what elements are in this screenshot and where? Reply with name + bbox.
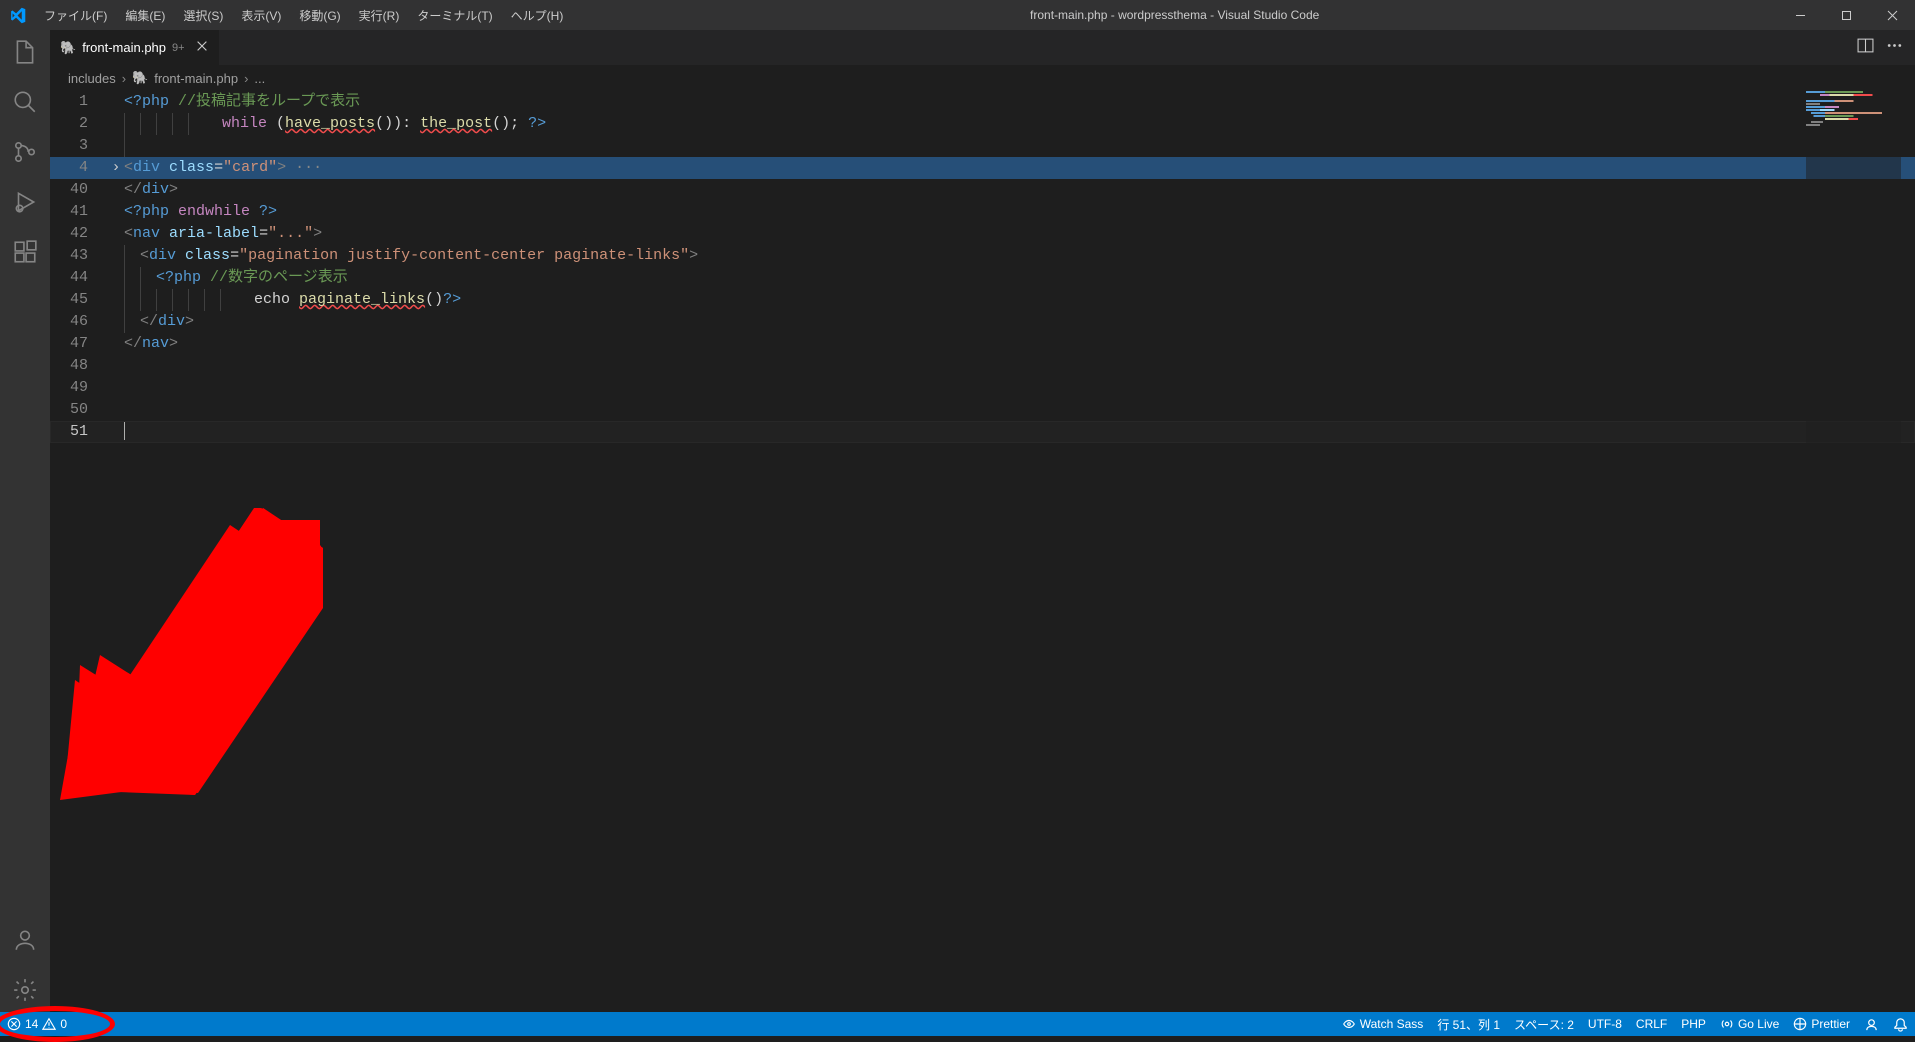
menu-file[interactable]: ファイル(F)	[35, 7, 116, 24]
line-number: 40	[50, 179, 108, 201]
more-actions-icon[interactable]	[1886, 37, 1903, 59]
line-number: 1	[50, 91, 108, 113]
line-number: 45	[50, 289, 108, 311]
tab-front-main[interactable]: 🐘 front-main.php 9+	[50, 30, 220, 65]
chevron-right-icon: ›	[244, 71, 248, 86]
line-number: 51	[50, 421, 108, 443]
line-number: 47	[50, 333, 108, 355]
chevron-right-icon: ›	[122, 71, 126, 86]
window-title: front-main.php - wordpressthema - Visual…	[572, 8, 1777, 22]
menu-terminal[interactable]: ターミナル(T)	[408, 7, 501, 24]
vscode-logo-icon	[0, 7, 35, 24]
activity-bar	[0, 30, 50, 1012]
line-number: 48	[50, 355, 108, 377]
php-file-icon: 🐘	[132, 70, 148, 86]
explorer-icon[interactable]	[11, 38, 39, 66]
menu-help[interactable]: ヘルプ(H)	[502, 7, 573, 24]
breadcrumb-seg-file[interactable]: front-main.php	[154, 71, 238, 86]
search-icon[interactable]	[11, 88, 39, 116]
problems-button[interactable]: 14 0	[0, 1012, 74, 1036]
menu-go[interactable]: 移動(G)	[290, 7, 349, 24]
notifications-bell-icon[interactable]	[1886, 1012, 1915, 1036]
encoding[interactable]: UTF-8	[1581, 1012, 1629, 1036]
indentation[interactable]: スペース: 2	[1507, 1012, 1581, 1036]
tab-close-icon[interactable]	[195, 39, 209, 56]
titlebar: ファイル(F) 編集(E) 選択(S) 表示(V) 移動(G) 実行(R) ター…	[0, 0, 1915, 30]
fold-chevron-icon[interactable]: ›	[108, 157, 124, 179]
line-number: 49	[50, 377, 108, 399]
language-mode[interactable]: PHP	[1674, 1012, 1713, 1036]
menu-bar: ファイル(F) 編集(E) 選択(S) 表示(V) 移動(G) 実行(R) ター…	[35, 7, 572, 24]
close-button[interactable]	[1869, 0, 1915, 30]
warning-count: 0	[60, 1017, 67, 1031]
prettier-button[interactable]: Prettier	[1786, 1012, 1857, 1036]
line-number: 50	[50, 399, 108, 421]
cursor-position[interactable]: 行 51、列 1	[1430, 1012, 1507, 1036]
tabs-bar: 🐘 front-main.php 9+	[50, 30, 1915, 65]
watch-sass-button[interactable]: Watch Sass	[1335, 1012, 1431, 1036]
error-count: 14	[25, 1017, 38, 1031]
line-number: 43	[50, 245, 108, 267]
menu-selection[interactable]: 選択(S)	[174, 7, 232, 24]
settings-gear-icon[interactable]	[11, 976, 39, 1004]
accounts-icon[interactable]	[11, 926, 39, 954]
breadcrumb-seg-folder[interactable]: includes	[68, 71, 116, 86]
window-controls	[1777, 0, 1915, 30]
text-cursor	[124, 422, 125, 440]
line-number: 41	[50, 201, 108, 223]
code-editor[interactable]: 1<?php //投稿記事をループで表示 2 while (have_posts…	[50, 91, 1915, 1012]
line-number: 3	[50, 135, 108, 157]
statusbar: 14 0 Watch Sass 行 51、列 1 スペース: 2 UTF-8 C…	[0, 1012, 1915, 1036]
go-live-button[interactable]: Go Live	[1713, 1012, 1786, 1036]
line-number: 2	[50, 113, 108, 135]
split-editor-icon[interactable]	[1857, 37, 1874, 59]
maximize-button[interactable]	[1823, 0, 1869, 30]
php-file-icon: 🐘	[60, 40, 76, 56]
tab-label: front-main.php	[82, 40, 166, 55]
breadcrumb-seg-symbol[interactable]: ...	[254, 71, 265, 86]
line-number: 46	[50, 311, 108, 333]
feedback-icon[interactable]	[1857, 1012, 1886, 1036]
menu-view[interactable]: 表示(V)	[232, 7, 290, 24]
breadcrumb[interactable]: includes › 🐘 front-main.php › ...	[50, 65, 1915, 91]
line-number: 44	[50, 267, 108, 289]
source-control-icon[interactable]	[11, 138, 39, 166]
extensions-icon[interactable]	[11, 238, 39, 266]
minimap[interactable]	[1806, 91, 1901, 1012]
run-debug-icon[interactable]	[11, 188, 39, 216]
line-number: 4	[50, 157, 108, 179]
tab-dirty-badge: 9+	[172, 42, 185, 54]
eol[interactable]: CRLF	[1629, 1012, 1674, 1036]
menu-run[interactable]: 実行(R)	[350, 7, 409, 24]
menu-edit[interactable]: 編集(E)	[116, 7, 174, 24]
line-number: 42	[50, 223, 108, 245]
main-area: 🐘 front-main.php 9+ includes › 🐘 front-m…	[0, 30, 1915, 1012]
minimize-button[interactable]	[1777, 0, 1823, 30]
editor-area: 🐘 front-main.php 9+ includes › 🐘 front-m…	[50, 30, 1915, 1012]
